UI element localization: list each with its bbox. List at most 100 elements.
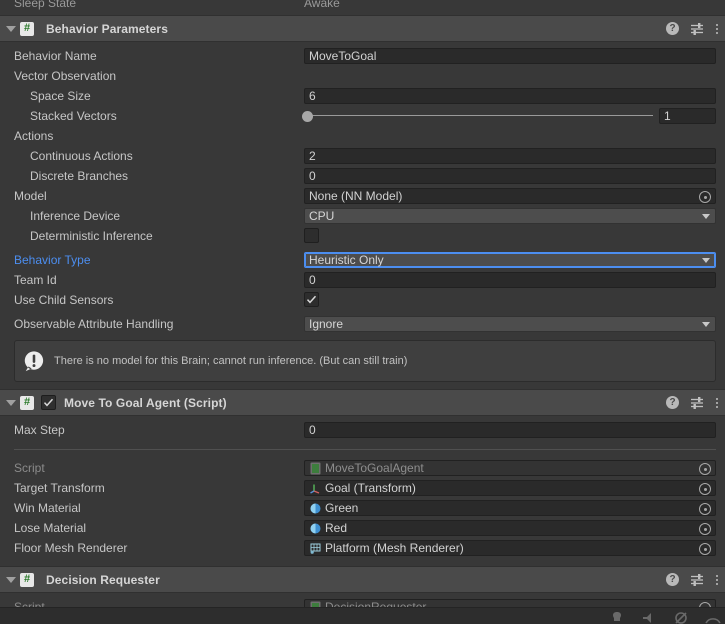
- field-row-use-child-sensors: Use Child Sensors: [0, 290, 725, 310]
- more-menu-icon[interactable]: [715, 22, 719, 36]
- foldout-arrow-move-to-goal-agent[interactable]: [2, 399, 20, 406]
- help-icon[interactable]: ?: [666, 573, 679, 586]
- bottom-toolbar-icons: [609, 611, 721, 624]
- field-row-actions: Actions: [0, 126, 725, 146]
- input-space-size[interactable]: 6: [304, 88, 716, 104]
- bottom-toolbar-strip: [0, 607, 725, 624]
- field-row-script: Script MoveToGoalAgent: [0, 458, 725, 478]
- cutoff-row-label: Sleep State: [14, 0, 77, 10]
- label-script: Script: [14, 461, 45, 475]
- mesh-renderer-icon: [310, 543, 321, 554]
- object-field-floor-mesh-renderer[interactable]: Platform (Mesh Renderer): [304, 540, 716, 556]
- field-row-team-id: Team Id 0: [0, 270, 725, 290]
- component-header-behavior-parameters[interactable]: # Behavior Parameters ?: [0, 15, 725, 42]
- field-row-inference-device: Inference Device CPU: [0, 206, 725, 226]
- dropdown-behavior-type-value: Heuristic Only: [309, 253, 384, 267]
- material-icon: [310, 503, 321, 513]
- preset-icon[interactable]: [690, 396, 704, 410]
- chevron-down-icon: [702, 322, 710, 327]
- warning-helpbox: There is no model for this Brain; cannot…: [14, 340, 716, 382]
- field-row-win-material: Win Material Green: [0, 498, 725, 518]
- slider-stacked-vectors[interactable]: [302, 106, 653, 126]
- csharp-script-icon: #: [20, 395, 34, 410]
- object-field-script: MoveToGoalAgent: [304, 460, 716, 476]
- dropdown-inference-device-value: CPU: [309, 209, 335, 223]
- component-title-decision-requester: Decision Requester: [46, 572, 160, 587]
- checkbox-use-child-sensors[interactable]: [304, 292, 319, 307]
- field-row-target-transform: Target Transform Goal (Transform): [0, 478, 725, 498]
- input-discrete-branches[interactable]: 0: [304, 168, 716, 184]
- label-continuous-actions: Continuous Actions: [30, 149, 133, 163]
- input-behavior-name[interactable]: MoveToGoal: [304, 48, 716, 64]
- object-field-lose-material[interactable]: Red: [304, 520, 716, 536]
- field-row-model: Model None (NN Model): [0, 186, 725, 206]
- field-row-floor-mesh-renderer: Floor Mesh Renderer Platform (Mesh Rende…: [0, 538, 725, 558]
- object-field-win-material-value: Green: [325, 501, 359, 515]
- object-picker-icon-lose-material[interactable]: [699, 523, 711, 535]
- field-row-max-step: Max Step 0: [0, 420, 725, 440]
- preset-icon[interactable]: [690, 573, 704, 587]
- fx-icon[interactable]: [673, 611, 689, 624]
- slider-knob-stacked-vectors[interactable]: [302, 111, 314, 122]
- help-icon[interactable]: ?: [666, 22, 679, 35]
- component-title-move-to-goal-agent: Move To Goal Agent (Script): [64, 395, 227, 410]
- component-header-decision-requester[interactable]: # Decision Requester ?: [0, 566, 725, 593]
- input-stacked-vectors-value[interactable]: 1: [659, 108, 716, 124]
- check-icon: [43, 398, 54, 407]
- preset-icon[interactable]: [690, 22, 704, 36]
- foldout-arrow-decision-requester[interactable]: [2, 576, 20, 583]
- component-title-behavior-parameters: Behavior Parameters: [46, 21, 168, 36]
- cutoff-row: Sleep State Awake: [0, 0, 725, 15]
- label-actions: Actions: [14, 129, 54, 143]
- check-icon: [306, 295, 317, 304]
- warning-helpbox-text: There is no model for this Brain; cannot…: [54, 354, 408, 367]
- component-header-move-to-goal-agent[interactable]: # Move To Goal Agent (Script) ?: [0, 389, 725, 416]
- dropdown-behavior-type[interactable]: Heuristic Only: [304, 252, 716, 268]
- foldout-arrow-behavior-parameters[interactable]: [2, 25, 20, 32]
- object-field-model[interactable]: None (NN Model): [304, 188, 716, 204]
- label-lose-material: Lose Material: [14, 521, 87, 535]
- more-menu-icon[interactable]: [715, 396, 719, 410]
- light-bulb-icon[interactable]: [609, 611, 625, 624]
- label-observable-attribute-handling: Observable Attribute Handling: [14, 317, 174, 331]
- input-team-id[interactable]: 0: [304, 272, 716, 288]
- chevron-down-icon: [702, 214, 710, 219]
- object-field-floor-mesh-renderer-value: Platform (Mesh Renderer): [325, 541, 464, 555]
- gizmos-icon[interactable]: [705, 611, 721, 624]
- dropdown-inference-device[interactable]: CPU: [304, 208, 716, 224]
- dropdown-observable-attribute-handling[interactable]: Ignore: [304, 316, 716, 332]
- label-inference-device: Inference Device: [30, 209, 121, 223]
- more-menu-icon[interactable]: [715, 573, 719, 587]
- component-header-icons-3: ?: [666, 567, 719, 592]
- object-picker-icon-win-material[interactable]: [699, 503, 711, 515]
- object-picker-icon-model[interactable]: [699, 191, 711, 203]
- label-vector-observation: Vector Observation: [14, 69, 117, 83]
- label-win-material: Win Material: [14, 501, 81, 515]
- input-max-step[interactable]: 0: [304, 422, 716, 438]
- object-picker-icon-floor-mesh-renderer[interactable]: [699, 543, 711, 555]
- field-row-stacked-vectors: Stacked Vectors 1: [0, 106, 725, 126]
- label-team-id: Team Id: [14, 273, 57, 287]
- help-icon[interactable]: ?: [666, 396, 679, 409]
- field-row-vector-observation: Vector Observation: [0, 66, 725, 86]
- script-asset-icon: [310, 462, 321, 474]
- checkbox-deterministic-inference[interactable]: [304, 228, 319, 243]
- object-field-lose-material-value: Red: [325, 521, 348, 535]
- label-deterministic-inference: Deterministic Inference: [30, 229, 153, 243]
- field-row-deterministic-inference: Deterministic Inference: [0, 226, 725, 246]
- object-field-target-transform[interactable]: Goal (Transform): [304, 480, 716, 496]
- component-header-icons-2: ?: [666, 390, 719, 415]
- label-stacked-vectors: Stacked Vectors: [30, 109, 117, 123]
- input-continuous-actions[interactable]: 2: [304, 148, 716, 164]
- field-row-observable-attribute-handling: Observable Attribute Handling Ignore: [0, 314, 725, 334]
- transform-icon: [310, 484, 320, 494]
- chevron-down-icon: [702, 258, 710, 263]
- label-space-size: Space Size: [30, 89, 91, 103]
- label-behavior-type: Behavior Type: [14, 253, 91, 267]
- component-enable-checkbox-move-to-goal-agent[interactable]: [41, 395, 56, 410]
- warning-icon: [24, 351, 44, 372]
- object-field-win-material[interactable]: Green: [304, 500, 716, 516]
- object-picker-icon-target-transform[interactable]: [699, 483, 711, 495]
- audio-icon[interactable]: [641, 611, 657, 624]
- field-row-behavior-type: Behavior Type Heuristic Only: [0, 250, 725, 270]
